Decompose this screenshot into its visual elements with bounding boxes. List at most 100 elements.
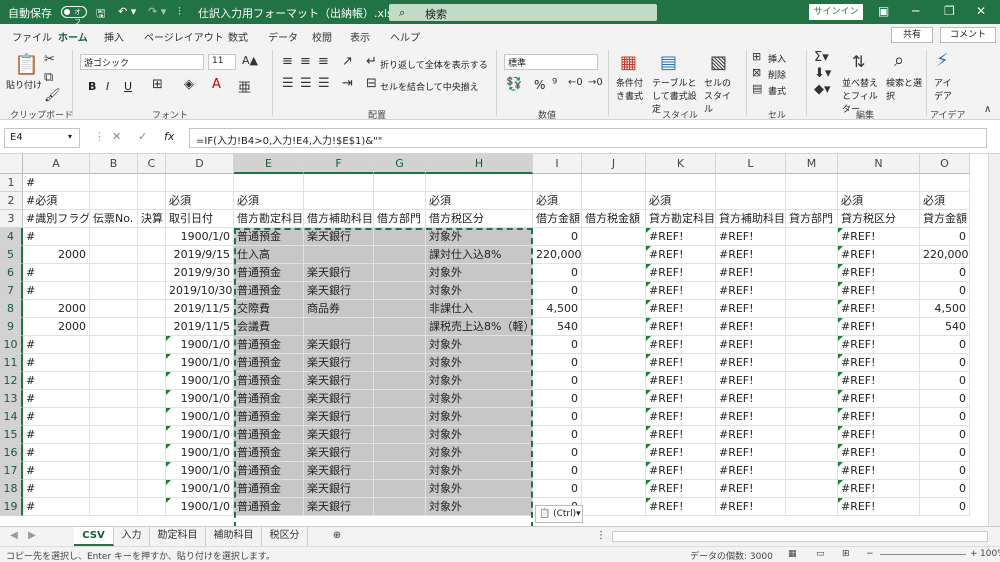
column-header-A[interactable]: A [23,154,90,174]
find-select-button[interactable]: 検索と選択 [886,76,922,102]
cell-M17[interactable] [786,462,838,480]
cell-F18[interactable]: 楽天銀行 [304,480,374,498]
cell-D7[interactable]: 2019/10/30 [166,282,234,300]
cell-A3[interactable]: #識別フラグ [23,210,90,228]
cell-G16[interactable] [374,444,426,462]
font-name-select[interactable]: 游ゴシック [80,54,204,70]
column-header-G[interactable]: G [374,154,426,174]
cell-N19[interactable]: #REF! [838,498,920,516]
underline-button[interactable]: U [124,80,132,93]
cell-H2[interactable]: 必須 [426,192,533,210]
cell-J10[interactable] [582,336,646,354]
cell-D4[interactable]: 1900/1/0 [166,228,234,246]
copy-icon[interactable]: ⧉ [44,70,53,85]
cell-N16[interactable]: #REF! [838,444,920,462]
cell-M8[interactable] [786,300,838,318]
orientation-icon[interactable]: ↗ [342,54,353,69]
cell-D2[interactable]: 必須 [166,192,234,210]
cell-O6[interactable]: 0 [920,264,970,282]
cell-A18[interactable]: # [23,480,90,498]
cell-M7[interactable] [786,282,838,300]
cell-A6[interactable]: # [23,264,90,282]
merge-icon[interactable]: ⊟ [366,76,377,91]
cell-H11[interactable]: 対象外 [426,354,533,372]
cell-J12[interactable] [582,372,646,390]
cell-D3[interactable]: 取引日付 [166,210,234,228]
row-header[interactable]: 12 [0,372,23,390]
tab-file[interactable]: ファイル [12,29,52,44]
column-header-B[interactable]: B [90,154,138,174]
tab-review[interactable]: 校閲 [312,29,332,44]
cell-A5[interactable]: 2000 [23,246,90,264]
sort-filter-icon[interactable]: ⇅ [852,52,865,71]
cell-O12[interactable]: 0 [920,372,970,390]
cut-icon[interactable]: ✂ [44,52,55,67]
cell-D14[interactable]: 1900/1/0 [166,408,234,426]
format-cells-button[interactable]: 書式 [768,84,786,97]
font-size-select[interactable]: 11 [208,54,236,70]
cell-E13[interactable]: 普通預金 [234,390,304,408]
horizontal-scrollbar[interactable] [612,531,988,542]
cell-E3[interactable]: 借方勘定科目 [234,210,304,228]
cell-K15[interactable]: #REF! [646,426,716,444]
cancel-icon[interactable]: ✕ [112,130,121,143]
cell-D5[interactable]: 2019/9/15 [166,246,234,264]
cell-K7[interactable]: #REF! [646,282,716,300]
cell-F17[interactable]: 楽天銀行 [304,462,374,480]
cell-C7[interactable] [138,282,166,300]
italic-button[interactable]: I [106,80,109,93]
cell-G4[interactable] [374,228,426,246]
cell-I5[interactable]: 220,000 [533,246,582,264]
tab-data[interactable]: データ [268,29,298,44]
cell-D10[interactable]: 1900/1/0 [166,336,234,354]
cell-F6[interactable]: 楽天銀行 [304,264,374,282]
row-header[interactable]: 8 [0,300,23,318]
cell-C12[interactable] [138,372,166,390]
cell-I16[interactable]: 0 [533,444,582,462]
cell-A14[interactable]: # [23,408,90,426]
chevron-down-icon[interactable]: ▾ [68,132,72,141]
cell-L2[interactable] [716,192,786,210]
cell-B6[interactable] [90,264,138,282]
column-header-H[interactable]: H [426,154,533,174]
cell-C5[interactable] [138,246,166,264]
customize-qat-icon[interactable]: ⫶ [178,5,181,19]
column-header-N[interactable]: N [838,154,920,174]
cell-G10[interactable] [374,336,426,354]
cell-B10[interactable] [90,336,138,354]
cell-M2[interactable] [786,192,838,210]
cell-O13[interactable]: 0 [920,390,970,408]
row-header[interactable]: 4 [0,228,23,246]
minimize-icon[interactable]: ─ [912,4,919,18]
cell-F8[interactable]: 商品券 [304,300,374,318]
cell-E1[interactable] [234,174,304,192]
cell-E9[interactable]: 会議費 [234,318,304,336]
cell-E7[interactable]: 普通預金 [234,282,304,300]
cell-N8[interactable]: #REF! [838,300,920,318]
cell-J4[interactable] [582,228,646,246]
cell-L6[interactable]: #REF! [716,264,786,282]
cell-F16[interactable]: 楽天銀行 [304,444,374,462]
cell-J2[interactable] [582,192,646,210]
cell-F13[interactable]: 楽天銀行 [304,390,374,408]
cell-D11[interactable]: 1900/1/0 [166,354,234,372]
cell-F7[interactable]: 楽天銀行 [304,282,374,300]
cell-B1[interactable] [90,174,138,192]
cell-style-icon[interactable]: ▧ [710,52,727,73]
column-header-M[interactable]: M [786,154,838,174]
cell-C2[interactable] [138,192,166,210]
cell-M11[interactable] [786,354,838,372]
conditional-format-icon[interactable]: ▦ [620,52,637,73]
cell-O18[interactable]: 0 [920,480,970,498]
cell-K10[interactable]: #REF! [646,336,716,354]
cell-I18[interactable]: 0 [533,480,582,498]
cell-H8[interactable]: 非課仕入 [426,300,533,318]
cell-N15[interactable]: #REF! [838,426,920,444]
column-header-O[interactable]: O [920,154,970,174]
cell-B3[interactable]: 伝票No. [90,210,138,228]
cell-K16[interactable]: #REF! [646,444,716,462]
tab-insert[interactable]: 挿入 [104,29,124,44]
cell-G7[interactable] [374,282,426,300]
cell-L4[interactable]: #REF! [716,228,786,246]
cell-B2[interactable] [90,192,138,210]
